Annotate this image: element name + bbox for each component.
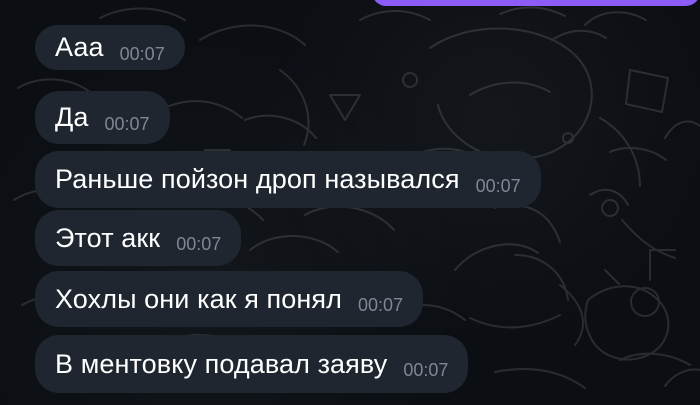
incoming-message-3[interactable]: Раньше пойзон дроп назывался 00:07 — [35, 151, 541, 208]
message-time: 00:07 — [104, 113, 150, 134]
message-text: Раньше пойзон дроп назывался — [55, 164, 460, 194]
message-text: Этот акк — [55, 222, 161, 253]
incoming-message-4[interactable]: Этот акк 00:07 — [35, 210, 242, 266]
message-time: 00:07 — [357, 295, 404, 315]
message-time: 00:07 — [176, 234, 222, 254]
incoming-message-2[interactable]: Да 00:07 — [35, 91, 170, 144]
message-time: 00:07 — [403, 360, 449, 380]
message-text: Да — [55, 102, 89, 132]
message-time: 00:07 — [119, 43, 165, 64]
message-text: Хохлы они как я понял — [55, 283, 342, 314]
message-text: В ментовку подавал заяву — [55, 348, 388, 379]
incoming-message-5[interactable]: Хохлы они как я понял 00:07 — [35, 271, 424, 327]
message-text: Ааа — [55, 32, 104, 62]
outgoing-message-bubble — [372, 0, 700, 6]
message-time: 00:07 — [475, 175, 521, 196]
incoming-message-1[interactable]: Ааа 00:07 — [35, 25, 185, 70]
incoming-message-6[interactable]: В ментовку подавал заяву 00:07 — [35, 335, 469, 393]
